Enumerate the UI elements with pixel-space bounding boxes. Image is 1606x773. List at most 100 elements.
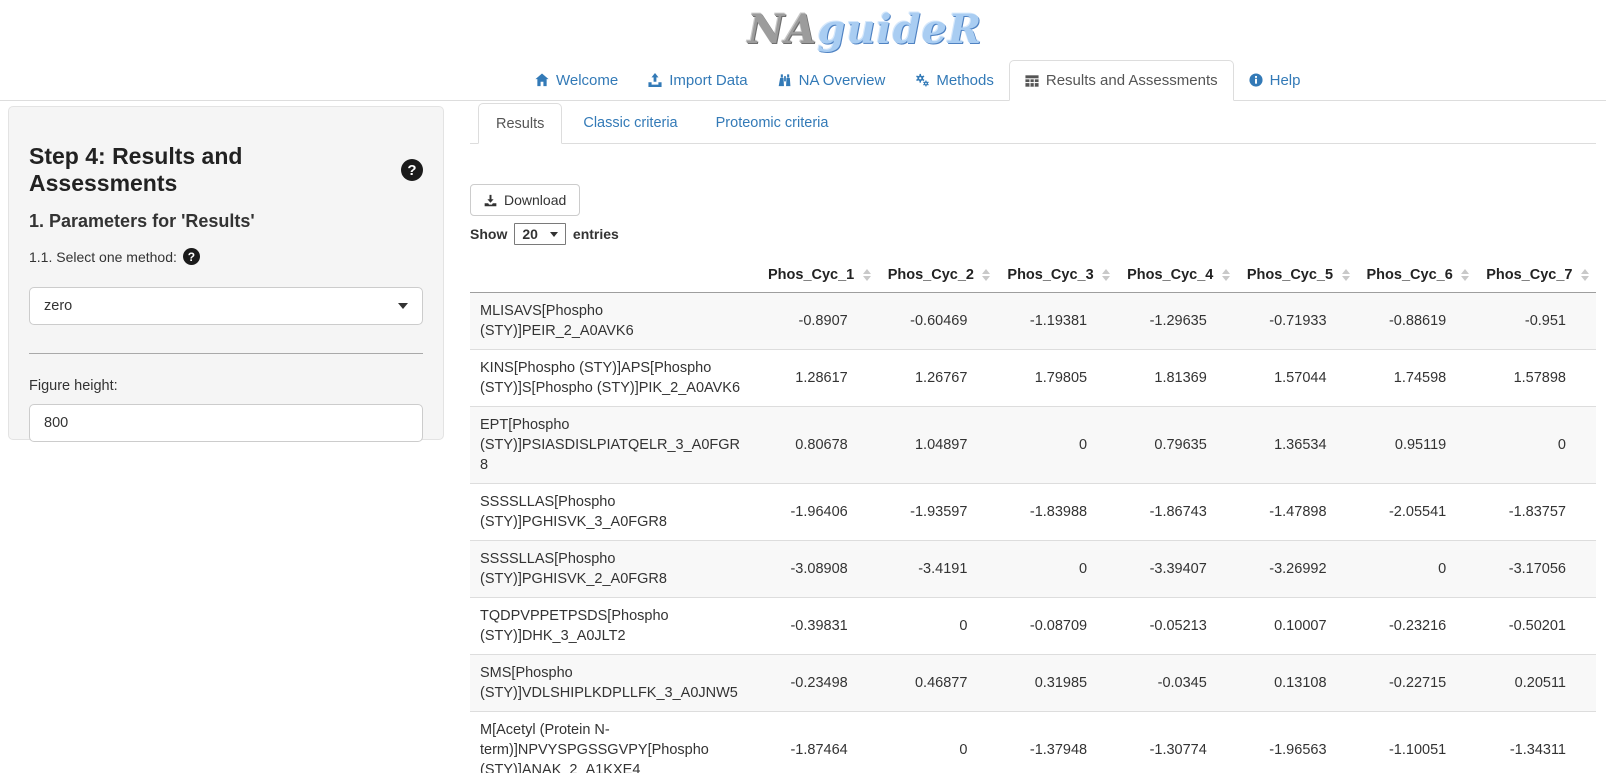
value-cell: 1.57898: [1476, 350, 1596, 407]
nav-tab-import-data[interactable]: Import Data: [633, 60, 762, 100]
value-cell: -0.22715: [1357, 655, 1477, 712]
results-tabset: Results Classic criteria Proteomic crite…: [470, 103, 1596, 144]
value-cell: 0.13108: [1237, 655, 1357, 712]
value-cell: 1.26767: [878, 350, 998, 407]
row-name-cell: M[Acetyl (Protein N-term)]NPVYSPGSSGVPY[…: [470, 712, 758, 773]
page-length-select[interactable]: 20: [514, 223, 566, 245]
value-cell: -1.83757: [1476, 484, 1596, 541]
nav-tab-label: Help: [1270, 72, 1301, 89]
value-cell: -1.86743: [1117, 484, 1237, 541]
value-cell: -3.39407: [1117, 541, 1237, 598]
nav-tab-na-overview[interactable]: NA Overview: [763, 60, 901, 100]
upload-icon: [648, 73, 662, 87]
row-name-cell: KINS[Phospho (STY)]APS[Phospho (STY)]S[P…: [470, 350, 758, 407]
table-icon: [1025, 74, 1039, 88]
tab-proteomic-criteria[interactable]: Proteomic criteria: [699, 103, 846, 143]
download-button-label: Download: [504, 192, 566, 208]
value-cell: -3.08908: [758, 541, 878, 598]
figure-height-label: Figure height:: [29, 378, 423, 394]
step-title-text: Step 4: Results and Assessments: [29, 143, 393, 197]
method-select[interactable]: zero: [29, 287, 423, 325]
column-header-phos_cyc_7[interactable]: Phos_Cyc_7: [1476, 257, 1596, 293]
table-row: SSSSLLAS[Phospho (STY)]PGHISVK_3_A0FGR8-…: [470, 484, 1596, 541]
value-cell: 0: [878, 598, 998, 655]
sort-arrows-icon[interactable]: [982, 269, 990, 281]
value-cell: -1.34311: [1476, 712, 1596, 773]
sort-arrows-icon[interactable]: [1461, 269, 1469, 281]
nav-tab-label: Import Data: [669, 72, 747, 89]
nav-tab-label: Results and Assessments: [1046, 72, 1218, 89]
column-header-phos_cyc_4[interactable]: Phos_Cyc_4: [1117, 257, 1237, 293]
app-logo: NAguideR: [748, 6, 983, 53]
value-cell: 1.04897: [878, 407, 998, 484]
sort-arrows-icon[interactable]: [1102, 269, 1110, 281]
table-row: KINS[Phospho (STY)]APS[Phospho (STY)]S[P…: [470, 350, 1596, 407]
row-name-cell: EPT[Phospho (STY)]PSIASDISLPIATQELR_3_A0…: [470, 407, 758, 484]
question-circle-icon[interactable]: ?: [183, 248, 200, 265]
column-header-phos_cyc_2[interactable]: Phos_Cyc_2: [878, 257, 998, 293]
column-header-phos_cyc_3[interactable]: Phos_Cyc_3: [997, 257, 1117, 293]
table-row: EPT[Phospho (STY)]PSIASDISLPIATQELR_3_A0…: [470, 407, 1596, 484]
value-cell: 1.79805: [997, 350, 1117, 407]
sort-arrows-icon[interactable]: [1581, 269, 1589, 281]
tab-results[interactable]: Results: [478, 103, 562, 144]
download-button[interactable]: Download: [470, 184, 580, 216]
value-cell: -1.87464: [758, 712, 878, 773]
value-cell: 1.28617: [758, 350, 878, 407]
method-select-value: zero: [44, 298, 72, 314]
value-cell: -0.50201: [1476, 598, 1596, 655]
value-cell: -1.96563: [1237, 712, 1357, 773]
table-header-row: Phos_Cyc_1 Phos_Cyc_2 Phos_Cyc_3 Phos_Cyc_4…: [470, 257, 1596, 293]
column-header-label: Phos_Cyc_5: [1247, 267, 1333, 283]
sort-arrows-icon[interactable]: [863, 269, 871, 281]
table-row: MLISAVS[Phospho (STY)]PEIR_2_A0AVK6-0.89…: [470, 293, 1596, 350]
show-label: Show: [470, 226, 507, 242]
entries-label: entries: [573, 226, 619, 242]
value-cell: -1.37948: [997, 712, 1117, 773]
value-cell: 0.95119: [1357, 407, 1477, 484]
nav-tab-label: Welcome: [556, 72, 618, 89]
sort-arrows-icon[interactable]: [1222, 269, 1230, 281]
column-header-label: Phos_Cyc_1: [768, 267, 854, 283]
value-cell: 0: [1357, 541, 1477, 598]
column-header-label: Phos_Cyc_2: [888, 267, 974, 283]
figure-height-input[interactable]: [29, 404, 423, 442]
sidebar-divider: [29, 353, 423, 354]
nav-tab-welcome[interactable]: Welcome: [520, 60, 633, 100]
page-length-value: 20: [522, 226, 538, 242]
value-cell: -3.4191: [878, 541, 998, 598]
value-cell: -0.08709: [997, 598, 1117, 655]
value-cell: 0.31985: [997, 655, 1117, 712]
nav-tab-label: Methods: [936, 72, 994, 89]
row-name-cell: SMS[Phospho (STY)]VDLSHIPLKDPLLFK_3_A0JN…: [470, 655, 758, 712]
value-cell: -0.8907: [758, 293, 878, 350]
value-cell: -0.60469: [878, 293, 998, 350]
row-name-cell: MLISAVS[Phospho (STY)]PEIR_2_A0AVK6: [470, 293, 758, 350]
row-name-cell: SSSSLLAS[Phospho (STY)]PGHISVK_2_A0FGR8: [470, 541, 758, 598]
nav-tab-label: NA Overview: [799, 72, 886, 89]
value-cell: -1.93597: [878, 484, 998, 541]
value-cell: -0.05213: [1117, 598, 1237, 655]
table-row: TQDPVPPETPSDS[Phospho (STY)]DHK_3_A0JLT2…: [470, 598, 1596, 655]
column-header-phos_cyc_1[interactable]: Phos_Cyc_1: [758, 257, 878, 293]
value-cell: 1.74598: [1357, 350, 1477, 407]
question-circle-icon[interactable]: ?: [401, 159, 423, 181]
value-cell: -0.951: [1476, 293, 1596, 350]
sort-arrows-icon[interactable]: [1342, 269, 1350, 281]
nav-tab-methods[interactable]: Methods: [900, 60, 1009, 100]
nav-tab-help[interactable]: Help: [1234, 60, 1316, 100]
row-name-column-header: [470, 257, 758, 293]
value-cell: -0.71933: [1237, 293, 1357, 350]
main-navbar: Welcome Import Data NA Overview Methods …: [0, 60, 1606, 101]
value-cell: -3.26992: [1237, 541, 1357, 598]
binoculars-icon: [778, 73, 792, 87]
tab-classic-criteria[interactable]: Classic criteria: [566, 103, 694, 143]
nav-tab-results-and-assessments[interactable]: Results and Assessments: [1009, 60, 1234, 101]
column-header-label: Phos_Cyc_3: [1007, 267, 1093, 283]
column-header-phos_cyc_6[interactable]: Phos_Cyc_6: [1357, 257, 1477, 293]
column-header-phos_cyc_5[interactable]: Phos_Cyc_5: [1237, 257, 1357, 293]
value-cell: 1.81369: [1117, 350, 1237, 407]
chevron-down-icon: [550, 232, 558, 237]
logo-guider: guideR: [817, 6, 982, 53]
value-cell: 1.36534: [1237, 407, 1357, 484]
